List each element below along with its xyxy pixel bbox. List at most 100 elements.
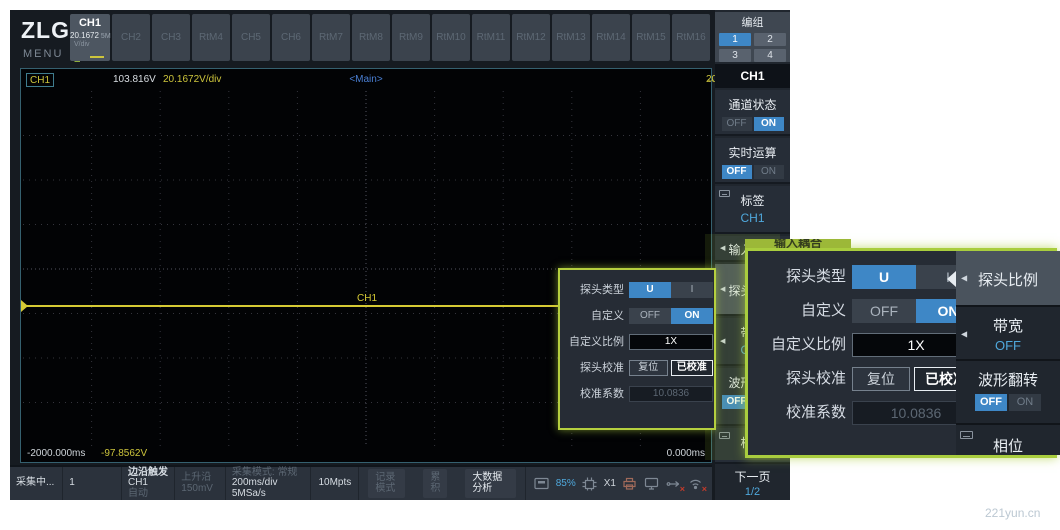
- custom-label: 自定义: [560, 308, 624, 324]
- custom-off[interactable]: OFF: [629, 308, 671, 324]
- time-axis-start: -2000.000ms: [27, 448, 85, 459]
- wifi-icon: ×: [688, 477, 704, 491]
- memory-depth: 10Mpts: [311, 467, 359, 500]
- tab-rtm11[interactable]: RtM11: [472, 14, 510, 61]
- tab-rtm12[interactable]: RtM12: [512, 14, 550, 61]
- plot-voltage-reading: 103.816V: [113, 74, 156, 85]
- custom-off[interactable]: OFF: [852, 299, 916, 323]
- bandwidth-item-large[interactable]: ◀ 带宽 OFF: [956, 309, 1060, 361]
- cal-reset-button-large[interactable]: 复位: [852, 367, 910, 391]
- big-data-analysis-button[interactable]: 大数据分析: [456, 467, 525, 500]
- tab-rtm4[interactable]: RtM4: [192, 14, 230, 61]
- tab-ch1[interactable]: CH1 20.16725M V/div: [70, 14, 110, 61]
- zoom-factor: X1: [604, 478, 616, 489]
- storage-usage: 85%: [556, 478, 576, 489]
- keyboard-icon: [719, 432, 730, 439]
- probe-settings-popup: 探头类型 U I 自定义 OFF ON 自定义比例 1X 探头校准 复位 已校准: [558, 268, 716, 430]
- next-page-button[interactable]: 下一页 1/2: [715, 466, 790, 500]
- menu-button[interactable]: MENU: [23, 48, 63, 60]
- realtime-math-section: 实时运算 OFF ON: [715, 138, 790, 184]
- group-button-2[interactable]: 2: [754, 33, 786, 46]
- tab-rtm16[interactable]: RtM16: [672, 14, 710, 61]
- acq-timebase: 200ms/div: [232, 477, 278, 488]
- acquire-status: 采集中...: [10, 467, 63, 500]
- tab-ch3[interactable]: CH3: [152, 14, 190, 61]
- submenu-arrow-icon: ◀: [720, 337, 725, 345]
- printer-icon: [622, 477, 638, 491]
- chip-icon: [582, 477, 598, 491]
- group-button-4[interactable]: 4: [754, 49, 786, 62]
- realtime-math-on[interactable]: ON: [754, 165, 784, 179]
- tab-ch2[interactable]: CH2: [112, 14, 150, 61]
- probe-cal-label: 探头校准: [560, 360, 624, 376]
- label-section[interactable]: 标签 CH1: [715, 186, 790, 234]
- tab-rtm14[interactable]: RtM14: [592, 14, 630, 61]
- tab-ch5[interactable]: CH5: [232, 14, 270, 61]
- cal-coef-label: 校准系数: [560, 386, 624, 402]
- accumulate-button[interactable]: 累积: [414, 467, 456, 500]
- custom-switch: OFF ON: [629, 308, 713, 324]
- tab-ch6[interactable]: CH6: [272, 14, 310, 61]
- channel-state-off[interactable]: OFF: [722, 117, 752, 131]
- keyboard-icon: [960, 431, 973, 439]
- phase-item-large[interactable]: 相位: [956, 427, 1060, 455]
- probe-type-i[interactable]: I: [671, 282, 713, 298]
- group-section: 编组 1 2 3 4: [715, 12, 790, 62]
- plot-channel-badge: CH1: [26, 73, 54, 87]
- system-status-icons: 85% X1 × ×: [526, 467, 712, 500]
- usb-icon: ×: [666, 477, 682, 491]
- probe-type-u[interactable]: U: [629, 282, 671, 298]
- custom-ratio-input[interactable]: 1X: [629, 334, 713, 350]
- display-icon: [644, 477, 660, 491]
- page-indicator: 1/2: [715, 486, 790, 498]
- selected-item-pointer: [947, 271, 956, 287]
- acq-mode: 常规: [277, 467, 297, 478]
- probe-type-switch: U I: [629, 282, 713, 298]
- status-bar: 采集中... 1 边沿触发 CH1 自动 上升沿 150mV 采集模式: 常规 …: [10, 465, 712, 500]
- submenu-arrow-icon: ◀: [720, 244, 725, 252]
- oscilloscope-screen: ZLGi MENU CH1 20.16725M V/div CH2 CH3 Rt…: [0, 0, 1060, 530]
- callout-menu-column: ◀ 探头比例 ◀ 带宽 OFF 波形翻转 OFF ON 相位: [956, 251, 1060, 455]
- channel-level-marker[interactable]: [21, 300, 28, 312]
- acquisition-info[interactable]: 采集模式: 常规 200ms/div 5MSa/s: [226, 467, 312, 500]
- record-mode-button[interactable]: 记录模式: [359, 467, 414, 500]
- probe-settings-callout: 输入耦合 探头类型 U I 自定义 OFF ON 自定义比例 1X 探头校准 复…: [745, 248, 1057, 458]
- waveform-invert-item-large: 波形翻转 OFF ON: [956, 363, 1060, 425]
- realtime-math-off[interactable]: OFF: [722, 165, 752, 179]
- sidebar-channel-title: CH1: [715, 64, 790, 88]
- channel-offset-value: -97.8562V: [101, 448, 147, 459]
- probe-type-u[interactable]: U: [852, 265, 916, 289]
- acq-mode-label: 采集模式:: [232, 467, 275, 478]
- custom-ratio-label: 自定义比例: [560, 334, 624, 350]
- top-bar: ZLGi MENU CH1 20.16725M V/div CH2 CH3 Rt…: [10, 10, 790, 65]
- trigger-edge-info: 上升沿 150mV: [175, 467, 226, 500]
- tab-rtm9[interactable]: RtM9: [392, 14, 430, 61]
- channel-state-on[interactable]: ON: [754, 117, 784, 131]
- group-button-3[interactable]: 3: [719, 49, 751, 62]
- label-value: CH1: [715, 211, 790, 225]
- tab-ch1-unit: V/div: [70, 41, 110, 48]
- invert-off-large[interactable]: OFF: [975, 394, 1007, 411]
- cal-done-button[interactable]: 已校准: [671, 360, 713, 376]
- tab-rtm15[interactable]: RtM15: [632, 14, 670, 61]
- ch1-trace-label: CH1: [357, 293, 377, 304]
- tab-ch1-color-marker: [90, 56, 104, 58]
- cal-coef-value: 10.0836: [629, 386, 713, 402]
- tab-rtm10[interactable]: RtM10: [432, 14, 470, 61]
- storage-disk-icon: [534, 477, 550, 491]
- trigger-info[interactable]: 边沿触发 CH1 自动: [122, 467, 175, 500]
- tab-rtm8[interactable]: RtM8: [352, 14, 390, 61]
- zlg-logo: ZLGi: [21, 17, 77, 44]
- trigger-count: 1: [63, 467, 122, 500]
- acq-rate: 5MSa/s: [232, 488, 266, 499]
- cal-reset-button[interactable]: 复位: [629, 360, 668, 376]
- plot-vertical-scale: 20.1672V/div: [163, 74, 221, 85]
- tab-rtm7[interactable]: RtM7: [312, 14, 350, 61]
- custom-on[interactable]: ON: [671, 308, 713, 324]
- invert-on-large[interactable]: ON: [1009, 394, 1041, 411]
- group-button-1[interactable]: 1: [719, 33, 751, 46]
- tab-rtm13[interactable]: RtM13: [552, 14, 590, 61]
- probe-ratio-item-large[interactable]: ◀ 探头比例: [956, 251, 1060, 307]
- submenu-arrow-icon: ◀: [720, 285, 725, 293]
- submenu-arrow-icon: ◀: [961, 330, 967, 339]
